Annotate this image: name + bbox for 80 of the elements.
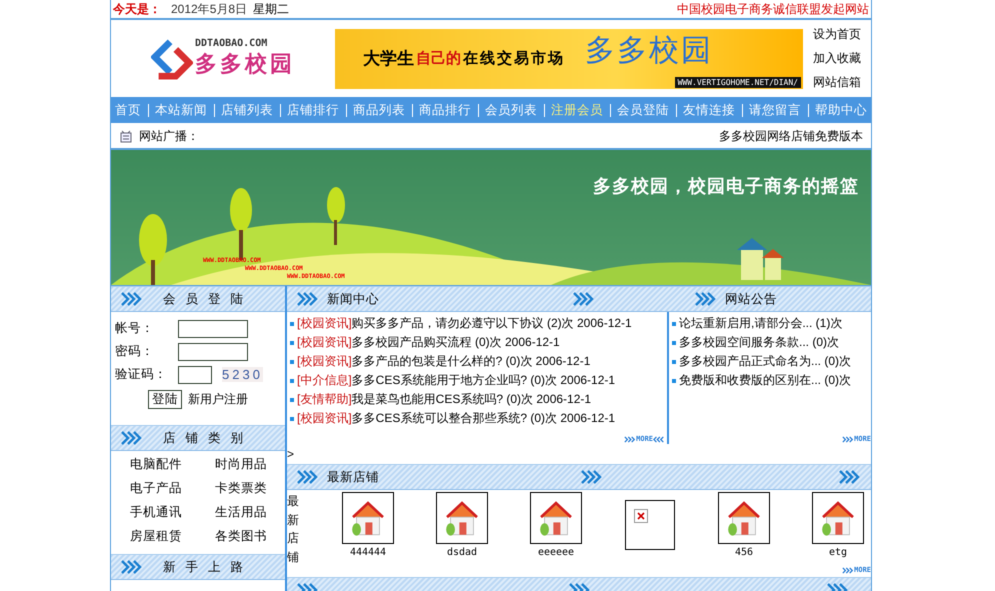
speaker-icon — [119, 130, 133, 144]
shop-name[interactable]: dsdad — [446, 547, 478, 558]
logo-mark-icon — [151, 38, 193, 80]
banner-lead: 大学生 — [363, 48, 414, 70]
shop-name[interactable]: 444444 — [350, 547, 386, 558]
register-link[interactable]: 新用户注册 — [188, 391, 248, 408]
shop-thumbnail[interactable] — [812, 492, 864, 544]
notice-link[interactable]: 免费版和收费版的区别在... (0)次 — [679, 372, 852, 389]
chevron-icon — [581, 470, 603, 484]
category-link[interactable]: 各类图书 — [215, 527, 281, 545]
banner-highlight: 自己的 — [416, 49, 461, 68]
news-link[interactable]: [校园资讯]购买多多产品，请勿必遵守以下协议 (2)次 2006-12-1 — [297, 315, 632, 332]
weekday-text: 星期二 — [253, 0, 290, 18]
password-field[interactable] — [178, 342, 248, 360]
news-link[interactable]: [校园资讯]多多校园产品购买流程 (0)次 2006-12-1 — [297, 334, 560, 351]
banner-ad[interactable]: 大学生 自己的在线交易市场 多多校园 WWW.VERTIGOHOME.NET/DIAN/ — [335, 28, 803, 88]
header-link[interactable]: 设为首页 — [813, 26, 861, 43]
chevron-icon — [297, 292, 319, 306]
chevron-icon — [121, 560, 143, 574]
section-title: 店 铺 类 别 — [163, 430, 246, 446]
alliance-link[interactable]: 中国校园电子商务诚信联盟发起网站 — [677, 0, 869, 18]
category-link[interactable]: 卡类票类 — [215, 479, 281, 497]
category-link[interactable]: 电子产品 — [130, 479, 215, 497]
broadcast-message: 多多校园网络店铺免费版本 — [719, 128, 863, 145]
chevron-icon — [121, 292, 143, 306]
account-label: 帐号： — [115, 320, 155, 337]
news-link[interactable]: [中介信息]多多CES系统能用于地方企业吗? (0)次 2006-12-1 — [297, 372, 616, 389]
category-link[interactable]: 手机通讯 — [130, 503, 215, 521]
chevron-icon — [839, 470, 861, 484]
shop-thumbnail[interactable] — [342, 492, 394, 544]
shop-thumbnail[interactable] — [530, 492, 582, 544]
chevron-icon — [297, 470, 319, 484]
shop-thumbnail[interactable] — [718, 492, 770, 544]
notice-link[interactable]: 多多校园产品正式命名为... (0)次 — [679, 353, 852, 370]
banner-brand: 多多校园 — [585, 33, 713, 69]
shop-name[interactable]: etg — [828, 547, 848, 558]
notice-link[interactable]: 论坛重新启用,请部分会... (1)次 — [679, 315, 842, 332]
broadcast-label: 网站广播： — [139, 128, 199, 145]
broken-image[interactable] — [625, 500, 675, 550]
section-title: 最新店铺 — [327, 468, 379, 486]
captcha-field[interactable] — [178, 366, 212, 384]
chevrons-icon — [842, 436, 854, 442]
side-label: 最新店铺 — [287, 493, 299, 564]
shop-name[interactable]: eeeeee — [538, 547, 574, 558]
captcha-code: 5230 — [222, 367, 263, 382]
password-label: 密码： — [115, 343, 155, 360]
chevron-icon — [121, 431, 143, 445]
chevron-icon — [573, 292, 595, 306]
category-link[interactable]: 生活用品 — [215, 503, 281, 521]
section-title: 新 手 上 路 — [163, 558, 246, 576]
section-title: 网站公告 — [725, 290, 777, 308]
shop-name[interactable]: 456 — [734, 547, 754, 558]
notice-link[interactable]: 多多校园空间服务条款... (0)次 — [679, 334, 840, 351]
header-link[interactable]: 加入收藏 — [813, 50, 861, 67]
broken-image-icon — [634, 509, 648, 523]
news-link[interactable]: [友情帮助]我是菜鸟也能用CES系统吗? (0)次 2006-12-1 — [297, 391, 592, 408]
news-link[interactable]: [校园资讯]多多CES系统可以整合那些系统? (0)次 2006-12-1 — [297, 410, 616, 427]
logo-name: 多多校园 — [195, 50, 295, 78]
category-link[interactable]: 房屋租赁 — [130, 527, 215, 545]
chevrons-icon — [653, 436, 665, 442]
hero-slogan: 多多校园，校园电子商务的摇篮 — [593, 175, 859, 198]
banner-text: 在线交易市场 — [463, 49, 565, 68]
chevrons-icon — [624, 436, 636, 442]
logo-domain: DDTAOBAO.COM — [195, 38, 268, 49]
section-title: 会 员 登 陆 — [163, 290, 246, 308]
account-field[interactable] — [178, 320, 248, 338]
category-link[interactable]: 电脑配件 — [130, 455, 215, 473]
category-link[interactable]: 时尚用品 — [215, 455, 281, 473]
banner-url: WWW.VERTIGOHOME.NET/DIAN/ — [674, 76, 801, 88]
date-text: 2012年5月8日 — [171, 0, 248, 18]
today-label: 今天是： — [113, 0, 161, 18]
chevrons-icon — [842, 566, 854, 574]
shop-thumbnail[interactable] — [436, 492, 488, 544]
section-title: 新闻中心 — [327, 290, 379, 308]
stray-mark: > — [287, 446, 296, 463]
chevron-icon — [695, 292, 717, 306]
header-link[interactable]: 网站信箱 — [813, 74, 861, 91]
news-link[interactable]: [校园资讯]多多产品的包装是什么样的? (0)次 2006-12-1 — [297, 353, 590, 370]
captcha-label: 验证码： — [115, 366, 168, 383]
login-button[interactable]: 登陆 — [148, 390, 182, 409]
